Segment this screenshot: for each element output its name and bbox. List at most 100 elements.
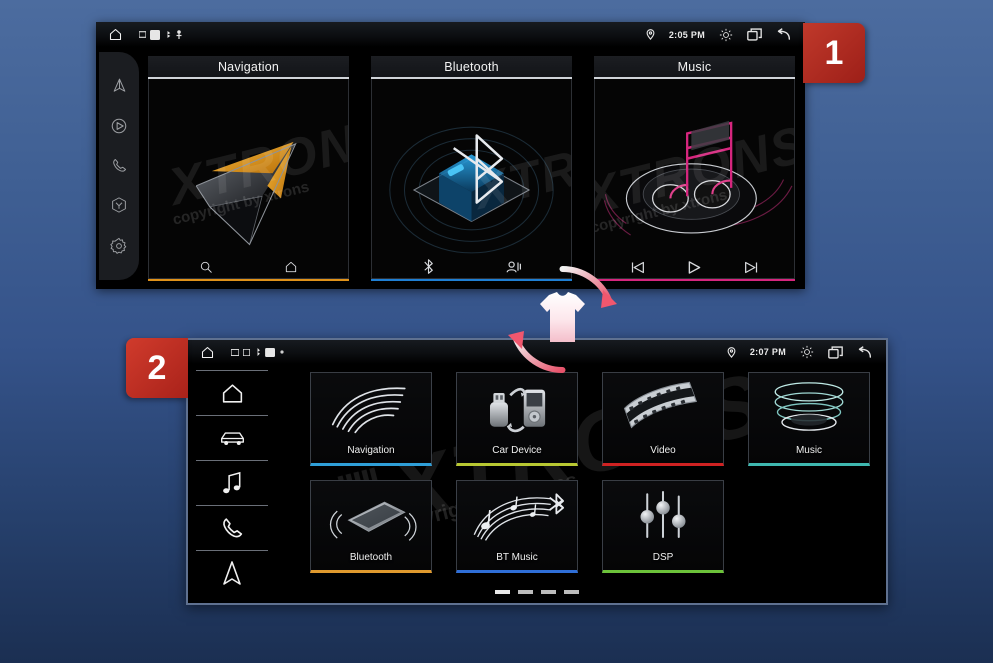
music-note-disc-art — [595, 79, 794, 278]
recent-apps-icon[interactable] — [747, 28, 762, 41]
location-pin-icon — [727, 346, 736, 358]
card-navigation-title: Navigation — [148, 56, 349, 79]
paper-plane-navigation-art — [149, 79, 348, 278]
page-dot-1[interactable] — [495, 590, 510, 594]
back-arrow-icon[interactable] — [857, 345, 872, 359]
step-badge-2: 2 — [126, 338, 188, 398]
card-music-body[interactable]: XTRONS copyright by xtrons — [594, 79, 795, 279]
card-music-title: Music — [594, 56, 795, 79]
tile-empty-slot — [748, 480, 870, 574]
page-dot-4[interactable] — [564, 590, 579, 594]
card-row-1: Navigation copyright xtrons Bluetooth XT… — [148, 56, 795, 281]
equalizer-sliders-art — [603, 483, 723, 551]
sidebar-item-navigation[interactable] — [111, 77, 128, 94]
tile-bluetooth-label: Bluetooth — [349, 552, 393, 563]
app-icon — [150, 29, 160, 40]
gps-icon — [175, 29, 183, 40]
disc-rings-art — [749, 375, 869, 443]
tile-car-device-label: Car Device — [492, 444, 542, 456]
phone-waves-art — [311, 483, 431, 551]
head-unit-screen-2: 2:07 PM XTRONS copyright Navigation Car … — [186, 338, 888, 605]
theme-swap-icon — [505, 262, 620, 377]
page-dot-3[interactable] — [541, 590, 556, 594]
search-icon[interactable] — [199, 260, 213, 274]
tile-car-device[interactable]: Car Device — [456, 372, 578, 466]
home-icon[interactable] — [108, 27, 123, 42]
card-navigation-body[interactable]: XTRONS copyright by xtrons — [148, 79, 349, 279]
location-pin-icon — [646, 29, 655, 40]
tile-bt-music[interactable]: BT Music — [456, 479, 578, 573]
app-grid: Navigation Car Device Video Music Blueto… — [310, 372, 870, 573]
back-arrow-icon[interactable] — [776, 28, 791, 41]
play-button[interactable] — [687, 261, 701, 274]
tile-music-label: Music — [795, 444, 823, 456]
tile-navigation-label: Navigation — [347, 444, 395, 456]
sd-card-icon — [231, 348, 239, 356]
usb-and-player-art — [457, 375, 577, 443]
tile-video-label: Video — [650, 444, 676, 456]
status-time-2: 2:07 PM — [749, 347, 786, 357]
previous-track-button[interactable] — [630, 261, 645, 274]
card-music-accent — [594, 279, 795, 281]
bluetooth-dot-icon — [164, 31, 171, 38]
tile-bluetooth[interactable]: Bluetooth — [310, 479, 432, 573]
app-icon — [243, 348, 250, 356]
brightness-icon[interactable] — [719, 28, 733, 42]
screen-1-content: 2:05 PM Navigation copyright xtrons Blue… — [96, 22, 805, 289]
card-bluetooth[interactable]: Bluetooth XTRONS — [371, 56, 572, 281]
sidebar-item-media[interactable] — [110, 117, 128, 135]
status-bar-right-1: 2:05 PM — [646, 28, 805, 42]
card-bluetooth-body[interactable]: XTRONS — [371, 79, 572, 279]
tile-dsp[interactable]: DSP — [602, 479, 724, 573]
page-dot-2[interactable] — [518, 590, 533, 594]
sidebar-item-car[interactable] — [196, 416, 268, 461]
recent-apps-icon[interactable] — [828, 345, 843, 359]
sidebar-1 — [99, 52, 139, 280]
card-navigation[interactable]: Navigation copyright xtrons — [148, 56, 349, 281]
home-icon[interactable] — [284, 260, 298, 274]
bluetooth-dot-icon — [254, 348, 261, 356]
tile-music[interactable]: Music — [748, 372, 870, 466]
card-bluetooth-title: Bluetooth — [371, 56, 572, 79]
status-bar-left-1 — [96, 27, 183, 42]
swoosh-lines-art — [311, 375, 431, 443]
sidebar-item-music[interactable] — [196, 461, 268, 506]
screen-2-content: 2:07 PM XTRONS copyright Navigation Car … — [188, 340, 886, 603]
card-music[interactable]: Music copyright — [594, 56, 795, 281]
tile-bt-music-label: BT Music — [496, 552, 538, 563]
status-bar-1: 2:05 PM — [96, 22, 805, 47]
sd-card-icon — [139, 31, 146, 38]
status-tray-icons-1 — [139, 29, 183, 40]
brightness-icon[interactable] — [800, 345, 814, 359]
tile-dsp-label: DSP — [652, 552, 674, 563]
film-strip-art — [603, 375, 723, 443]
bluetooth-cube-art — [372, 79, 571, 278]
card-navigation-accent — [148, 279, 349, 281]
page-indicator — [188, 590, 886, 594]
notes-staff-bluetooth-art — [457, 483, 577, 551]
phone-icon — [220, 516, 245, 541]
next-track-button[interactable] — [744, 261, 759, 274]
card-music-controls — [595, 261, 794, 274]
tile-video[interactable]: Video — [602, 372, 724, 466]
status-tray-icons-2 — [231, 347, 284, 357]
home-icon — [220, 381, 245, 406]
navigation-arrow-icon — [221, 560, 243, 586]
tile-navigation[interactable]: Navigation — [310, 372, 432, 466]
battery-icon — [265, 347, 276, 357]
sidebar-item-apps[interactable] — [110, 196, 128, 214]
sidebar-item-settings[interactable] — [110, 237, 128, 255]
step-badge-1: 1 — [803, 23, 865, 83]
dot-icon — [280, 350, 284, 354]
music-note-icon — [220, 471, 244, 496]
bluetooth-icon[interactable] — [422, 259, 435, 274]
head-unit-screen-1: 2:05 PM Navigation copyright xtrons Blue… — [96, 22, 805, 289]
status-time-1: 2:05 PM — [668, 29, 705, 40]
car-icon — [219, 428, 246, 449]
status-bar-right-2: 2:07 PM — [727, 345, 886, 359]
home-icon[interactable] — [200, 345, 215, 360]
sidebar-item-phone[interactable] — [111, 157, 128, 174]
sidebar-item-navigation[interactable] — [196, 551, 268, 595]
sidebar-item-phone[interactable] — [196, 506, 268, 551]
sidebar-item-home[interactable] — [196, 370, 268, 416]
